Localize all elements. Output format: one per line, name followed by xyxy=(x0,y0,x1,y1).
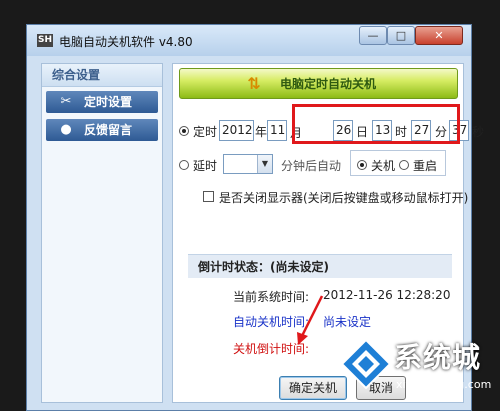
watermark-brand: 系统城 xyxy=(394,341,482,374)
watermark-domain: xitongcheng.com xyxy=(396,378,492,391)
watermark-logo-icon xyxy=(340,338,392,390)
watermark: 系统城 xitongcheng.com xyxy=(336,334,496,406)
